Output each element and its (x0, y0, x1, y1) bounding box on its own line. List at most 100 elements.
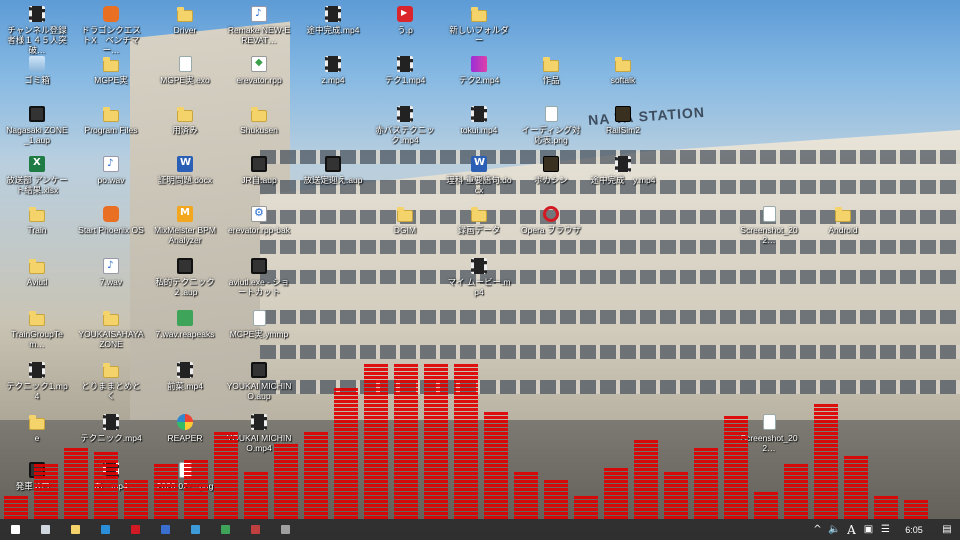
desktop-icon-label: Android (828, 225, 858, 235)
tray-overflow-chevron-icon[interactable]: ^ (809, 524, 826, 535)
desktop-icon[interactable]: 発車メロ… (4, 462, 70, 491)
desktop-icon[interactable]: テクニック1.mp4 (4, 362, 70, 401)
desktop-icon[interactable]: Train (4, 206, 70, 235)
start-button[interactable] (0, 519, 30, 540)
desktop-icon[interactable]: Android (810, 206, 876, 235)
desktop-icon[interactable]: 用済み (152, 106, 218, 135)
taskbar-app-explorer-icon (70, 525, 80, 534)
taskbar-app-chrome[interactable] (210, 519, 240, 540)
desktop-icon[interactable]: 作品 (518, 56, 584, 85)
desktop-icon[interactable]: テク1.mp4 (372, 56, 438, 85)
desktop-icon[interactable]: 録画データ (446, 206, 512, 235)
desktop-icon[interactable]: REAPER (152, 414, 218, 443)
desktop-icon[interactable]: YOUKAISAHAYA ZONE (78, 310, 144, 349)
desktop-icon[interactable]: aviutl.exe - ショートカット (226, 258, 292, 297)
desktop-icon[interactable]: Program Files (78, 106, 144, 135)
desktop-icon[interactable]: テク2.mp4 (446, 56, 512, 85)
desktop-icon[interactable]: e (4, 414, 70, 443)
taskbar-app-explorer[interactable] (60, 519, 90, 540)
desktop-icon[interactable]: ボカシン (518, 156, 584, 185)
action-center-icon[interactable]: ▤ (934, 524, 960, 535)
desktop-icon[interactable]: erevator.rpp (226, 56, 292, 85)
taskbar-app-mail[interactable] (180, 519, 210, 540)
desktop-icon[interactable]: 赤バステクニック.mp4 (372, 106, 438, 145)
desktop-icon[interactable]: Aviutl (4, 258, 70, 287)
desktop-icon[interactable]: Screenshot_202… (736, 414, 802, 453)
desktop-icon[interactable]: Start Phoenix OS (78, 206, 144, 235)
desktop-icon[interactable]: 7.wav.reapeaks (152, 310, 218, 339)
desktop-icon[interactable]: JR自.aup (226, 156, 292, 185)
desktop-icon[interactable]: う.p (372, 6, 438, 35)
desktop-icon[interactable]: z.mp4 (300, 56, 366, 85)
desktop-icon[interactable]: 理科 重要語句.docx (446, 156, 512, 195)
desktop-icon[interactable]: 途中完成 y.mp4 (590, 156, 656, 185)
folder-icon (103, 57, 119, 72)
desktop-icon[interactable]: TrainGroupTem… (4, 310, 70, 349)
taskbar-app-reaper[interactable] (270, 519, 300, 540)
volume-icon[interactable]: 🔈 (826, 524, 843, 535)
ime-indicator[interactable]: A (843, 523, 860, 537)
desktop-icon[interactable]: チャンネル登録者様１４５人突破… (4, 6, 70, 55)
film-icon (325, 156, 341, 172)
desktop-icon[interactable]: あ…mp4 (78, 462, 144, 491)
taskbar-app-edge[interactable] (90, 519, 120, 540)
desktop-icon[interactable]: 証明問題.docx (152, 156, 218, 185)
mixmeister-icon (177, 206, 193, 222)
video-file-icon (29, 362, 45, 378)
tablet-mode-icon[interactable]: ▣ (860, 524, 877, 535)
taskbar-app-opera[interactable] (120, 519, 150, 540)
image-file-icon (178, 462, 192, 478)
desktop-icon[interactable]: Opera ブラウザ (518, 206, 584, 235)
desktop-icon[interactable]: Driver (152, 6, 218, 35)
taskbar-app-mail-icon (190, 525, 200, 534)
desktop-icon[interactable]: 途中完成.mp4 (300, 6, 366, 35)
desktop-icon[interactable]: ドラゴンクエストX ベンチマー… (78, 6, 144, 55)
folder-icon (177, 107, 193, 122)
image-file-icon (762, 206, 776, 222)
desktop-icon[interactable]: 放送部 アンケート結果.xlsx (4, 156, 70, 195)
taskbar-app-store[interactable] (150, 519, 180, 540)
folder-icon (103, 363, 119, 378)
desktop-icon[interactable]: 私的テクニック２.aup (152, 258, 218, 297)
desktop-icon[interactable]: Shukusen (226, 106, 292, 135)
folder-icon (29, 311, 45, 326)
network-icon[interactable]: ☰ (877, 524, 894, 535)
desktop-icon[interactable]: RailSim2 (590, 106, 656, 135)
desktop-icon[interactable]: ゴミ箱 (4, 56, 70, 85)
video-file-icon (471, 258, 487, 274)
desktop-icon[interactable]: YOUKAI MICHINO.mp4 (226, 414, 292, 453)
desktop-icon[interactable]: 放送定迎え.aup (300, 156, 366, 185)
folder-icon (471, 207, 487, 222)
opera-icon (543, 206, 559, 222)
desktop-icon[interactable]: とりままとめとく (78, 362, 144, 401)
desktop-icon[interactable]: MixMeister BPM Analyzer (152, 206, 218, 245)
desktop-icon[interactable]: MGPE実 (78, 56, 144, 85)
desktop-icon[interactable]: マイ ムービー.mp4 (446, 258, 512, 297)
desktop-icon[interactable]: 前菜.mp4 (152, 362, 218, 391)
task-view-button[interactable] (30, 519, 60, 540)
desktop-icon[interactable]: 新しいフォルダー (446, 6, 512, 45)
film-icon (251, 258, 267, 274)
film-icon (29, 462, 45, 478)
desktop-icon[interactable]: DGIM (372, 206, 438, 235)
desktop-icon-label: po.wav (97, 175, 125, 185)
desktop-icon[interactable]: erevator.rpp-bak (226, 206, 292, 235)
desktop-icon[interactable]: テクニック.mp4 (78, 414, 144, 443)
taskbar-app-aviutl[interactable] (240, 519, 270, 540)
desktop-icon[interactable]: tokui.mp4 (446, 106, 512, 135)
desktop-icon[interactable]: softalk (590, 56, 656, 85)
app-icon (615, 106, 631, 122)
desktop-icon[interactable]: イーディング対応表.png (518, 106, 584, 145)
desktop-icon[interactable]: MCPE実.ymmp (226, 310, 292, 339)
taskbar-clock[interactable]: 6:05 (894, 525, 934, 535)
desktop-icon[interactable]: Remake NEW-EREVAT… (226, 6, 292, 45)
game-app-icon (103, 6, 119, 22)
desktop-icon[interactable]: po.wav (78, 156, 144, 185)
desktop-icon-label: ゴミ箱 (24, 75, 50, 85)
desktop-icon[interactable]: YOUKAI MICHINO.aup (226, 362, 292, 401)
desktop-icon[interactable]: Screenshot_202… (736, 206, 802, 245)
desktop-icon[interactable]: Nagasaki ZONE_1.aup (4, 106, 70, 145)
desktop-icon[interactable]: 2020-02-…png (152, 462, 218, 491)
desktop-icon[interactable]: 7.wav (78, 258, 144, 287)
desktop-icon[interactable]: MGPE実.exo (152, 56, 218, 85)
